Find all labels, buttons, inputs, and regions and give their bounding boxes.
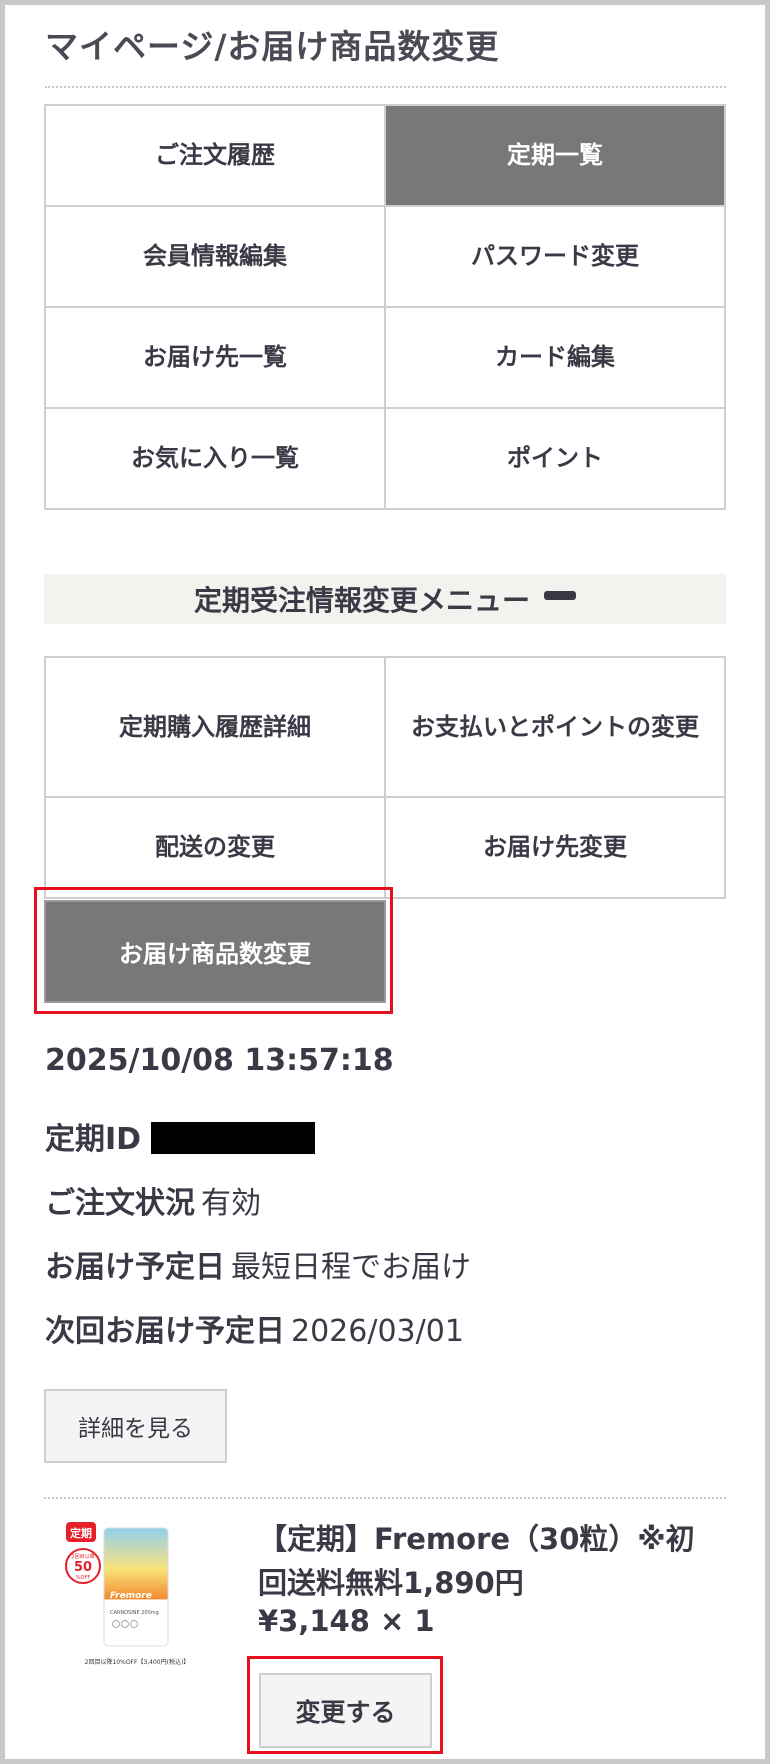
menu-password-change[interactable]: パスワード変更 (386, 207, 726, 308)
product-package (103, 1527, 169, 1647)
next-delivery-label: 次回お届け予定日 (45, 1314, 285, 1349)
order-status-row: ご注文状況 有効 (45, 1178, 261, 1222)
next-delivery-value: 2026/03/01 (291, 1314, 464, 1349)
discount-badge-top: 2回目以降 (71, 1553, 94, 1560)
page-title: マイページ/お届け商品数変更 (45, 27, 500, 66)
package-brand: Fremore (110, 1591, 152, 1601)
menu-delivery-address-change[interactable]: お届け先変更 (386, 798, 726, 899)
discount-badge-unit: %OFF (76, 1575, 91, 1581)
change-quantity-button[interactable]: 変更する (259, 1673, 432, 1748)
delivery-date-label: お届け予定日 (45, 1250, 225, 1285)
menu-delivery-address-list[interactable]: お届け先一覧 (46, 308, 386, 409)
subscription-menu-heading-label: 定期受注情報変更メニュー (193, 584, 530, 617)
delivery-date-value: 最短日程でお届け (231, 1250, 471, 1285)
product-image[interactable]: 定期 2回目以降 50 %OFF Fremore CARNOSINE 200mg… (62, 1518, 212, 1666)
product-price: ¥3,148 × 1 (258, 1604, 435, 1638)
subscription-badge-text: 定期 (70, 1526, 92, 1540)
title-divider (45, 86, 726, 88)
menu-shipping-change[interactable]: 配送の変更 (46, 798, 386, 899)
subscription-menu: 定期購入履歴詳細 お支払いとポイントの変更 配送の変更 お届け先変更 (44, 656, 726, 899)
menu-points[interactable]: ポイント (386, 409, 726, 510)
menu-favorites-list[interactable]: お気に入り一覧 (46, 409, 386, 510)
menu-subscription-list[interactable]: 定期一覧 (386, 106, 726, 207)
menu-subscription-history-detail[interactable]: 定期購入履歴詳細 (46, 658, 386, 798)
product-image-caption: 2回目以降10%OFF【3,400円(税込)】 (85, 1658, 190, 1666)
discount-badge-number: 50 (74, 1560, 92, 1575)
menu-member-info-edit[interactable]: 会員情報編集 (46, 207, 386, 308)
minus-icon[interactable] (544, 590, 576, 600)
item-divider (44, 1497, 726, 1499)
menu-delivery-quantity-change[interactable]: お届け商品数変更 (44, 900, 386, 1003)
menu-card-edit[interactable]: カード編集 (386, 308, 726, 409)
subscription-id-label: 定期ID (45, 1122, 142, 1157)
subscription-menu-heading[interactable]: 定期受注情報変更メニュー (44, 574, 726, 624)
view-details-button[interactable]: 詳細を見る (44, 1389, 227, 1463)
order-status-value: 有効 (201, 1186, 261, 1221)
redacted-id (151, 1121, 316, 1154)
mypage-menu: ご注文履歴 定期一覧 会員情報編集 パスワード変更 お届け先一覧 カード編集 お… (44, 104, 726, 510)
subscription-id-row: 定期ID (45, 1114, 316, 1158)
next-delivery-row: 次回お届け予定日 2026/03/01 (45, 1306, 464, 1350)
menu-order-history[interactable]: ご注文履歴 (46, 106, 386, 207)
product-name[interactable]: 【定期】Fremore（30粒）※初回送料無料1,890円 (258, 1517, 718, 1605)
order-datetime: 2025/10/08 13:57:18 (45, 1043, 394, 1078)
package-subtitle: CARNOSINE 200mg (110, 1610, 159, 1616)
menu-payment-points-change[interactable]: お支払いとポイントの変更 (386, 658, 726, 798)
delivery-date-row: お届け予定日 最短日程でお届け (45, 1242, 471, 1286)
order-status-label: ご注文状況 (45, 1186, 195, 1221)
